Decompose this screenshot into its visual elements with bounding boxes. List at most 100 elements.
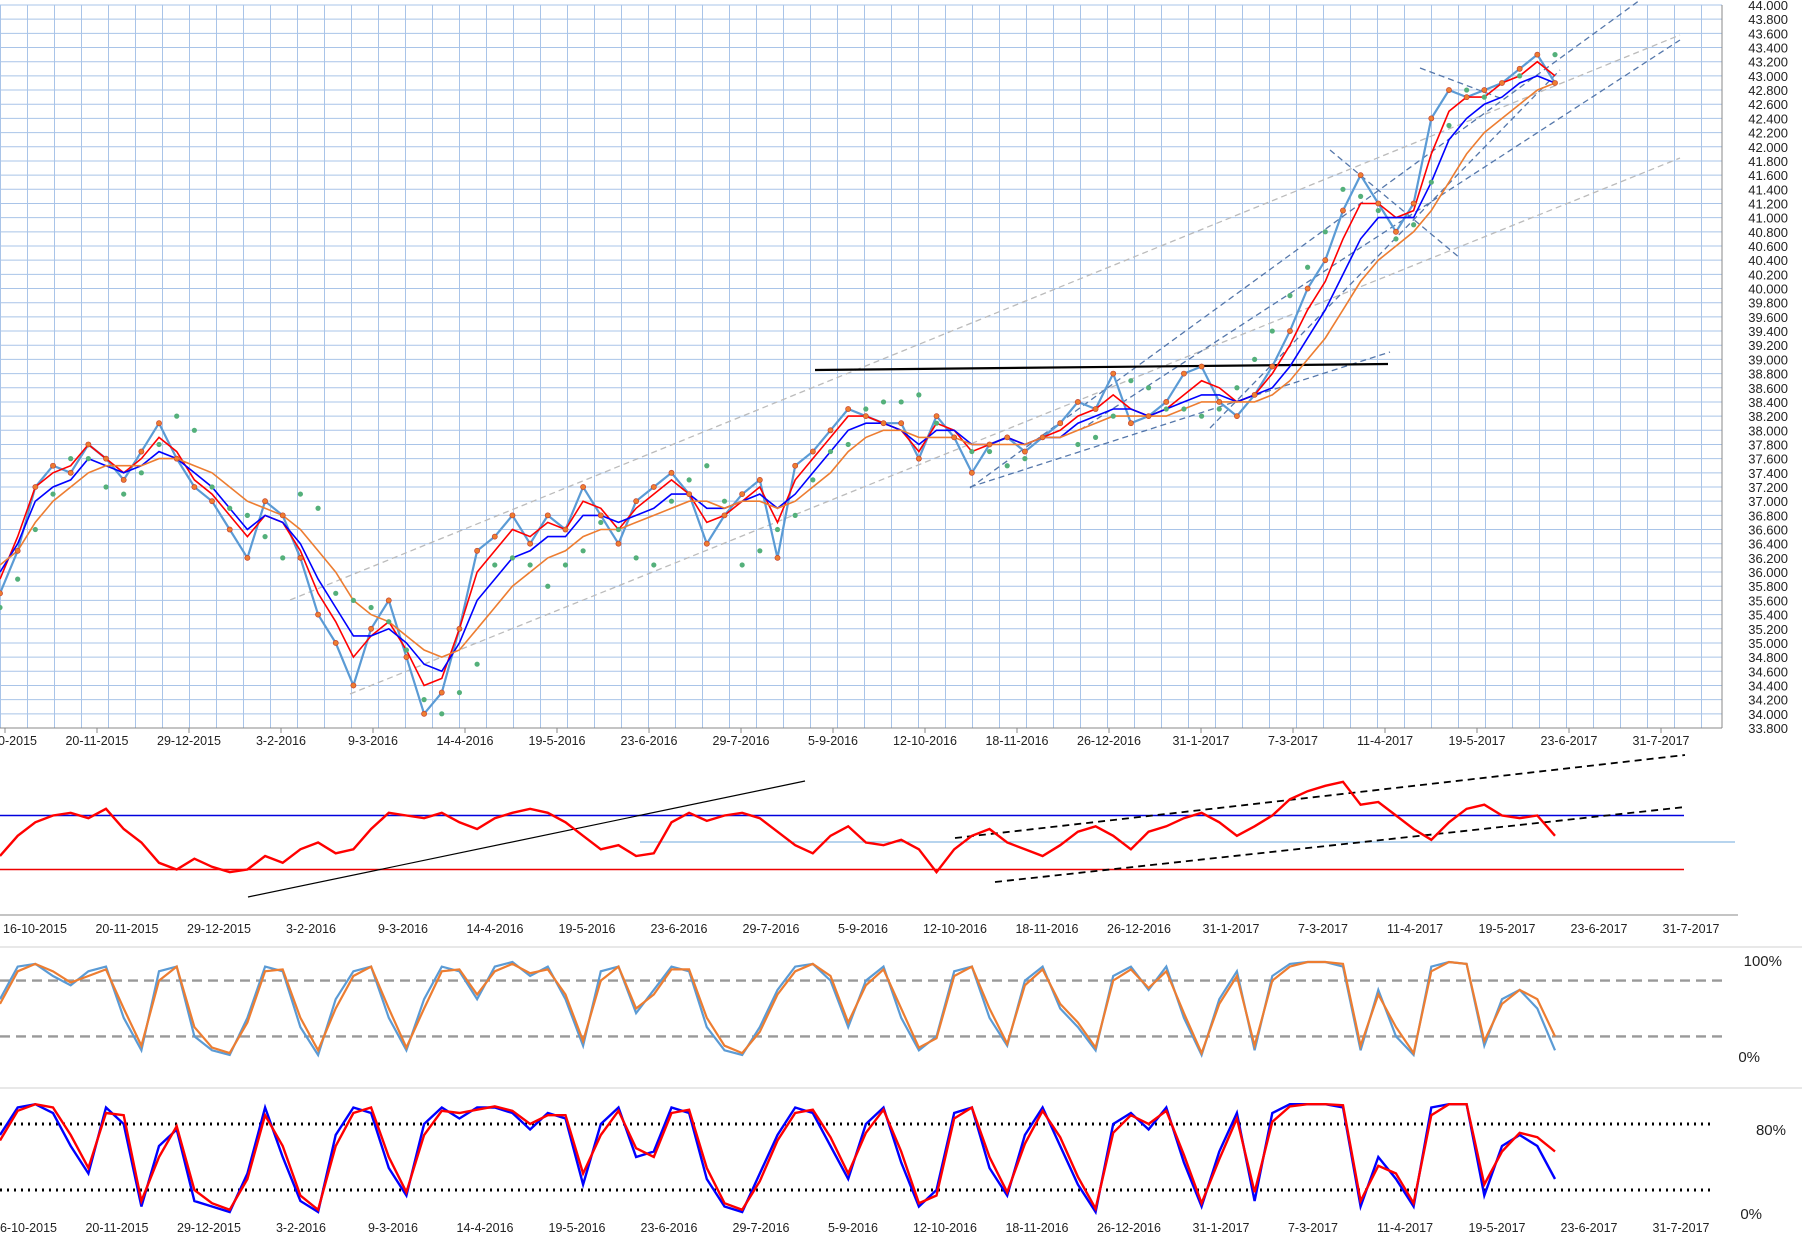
price-y-tick-label: 43.200 — [1748, 55, 1788, 70]
price-y-tick-label: 42.400 — [1748, 111, 1788, 126]
price-close-marker — [1304, 285, 1311, 292]
price-sar-dot — [845, 441, 851, 448]
price-y-tick-label: 42.200 — [1748, 126, 1788, 141]
price-close-marker — [1516, 65, 1523, 72]
osc-series-line — [0, 780, 1556, 875]
price-sar-dot — [827, 448, 834, 455]
price-y-tick-label: 34.800 — [1748, 650, 1788, 665]
price-sar-dot — [1234, 385, 1240, 391]
price-x-tick-label: 9-3-2016 — [348, 734, 398, 748]
price-y-tick-label: 40.000 — [1748, 282, 1788, 297]
price-trendline — [349, 157, 1681, 695]
price-sar-dot — [721, 498, 728, 504]
price-y-tick-label: 40.400 — [1748, 253, 1788, 268]
price-y-tick-label: 35.600 — [1748, 593, 1788, 608]
price-sar-dot — [32, 526, 38, 533]
price-y-tick-label: 43.000 — [1748, 69, 1788, 84]
price-close-marker — [544, 512, 551, 519]
price-y-tick-label: 39.800 — [1748, 296, 1788, 311]
stoch2-x-tick-label: 23-6-2017 — [1561, 1221, 1618, 1235]
price-close-marker — [0, 590, 3, 597]
price-sar-dot — [1163, 406, 1169, 412]
price-close-marker — [1322, 257, 1329, 264]
price-sar-dot — [209, 484, 215, 490]
price-x-tick-label: 31-1-2017 — [1173, 734, 1230, 748]
price-close-marker — [845, 406, 852, 412]
price-x-tick-label: 29-12-2015 — [157, 734, 221, 748]
price-sar-dot — [545, 583, 551, 589]
price-x-tick-label: 11-4-2017 — [1357, 734, 1413, 748]
price-x-tick-label: 26-12-2016 — [1077, 734, 1141, 748]
osc-x-tick-label: 23-6-2017 — [1571, 922, 1628, 936]
stoch2-x-tick-label: 20-11-2015 — [85, 1221, 148, 1235]
price-close-marker — [1039, 434, 1046, 441]
price-y-tick-label: 35.000 — [1748, 636, 1788, 651]
stoch2-x-tick-label: 16-10-2015 — [0, 1221, 57, 1235]
stoch2-x-tick-label: 7-3-2017 — [1288, 1221, 1338, 1235]
price-x-tick-label: 23-6-2016 — [621, 734, 678, 748]
price-y-tick-label: 36.000 — [1748, 565, 1788, 580]
price-y-tick-label: 36.600 — [1748, 523, 1788, 538]
price-sar-dot — [633, 555, 639, 561]
price-sar-dot — [969, 448, 975, 455]
price-close-marker — [32, 484, 39, 490]
price-close-marker — [827, 427, 834, 434]
price-x-tick-label: 18-11-2016 — [985, 734, 1048, 748]
price-y-tick-label: 41.200 — [1748, 196, 1788, 211]
price-sar-dot — [421, 697, 427, 703]
price-close-marker — [615, 540, 622, 547]
price-sar-dot — [1004, 463, 1010, 469]
price-sar-dot — [1252, 356, 1258, 363]
price-sar-dot — [1092, 434, 1099, 440]
price-sar-dot — [792, 512, 798, 518]
price-sar-dot — [156, 441, 162, 448]
price-close-marker — [279, 512, 286, 519]
price-sar-dot — [1393, 236, 1399, 242]
stoch2-series-line-1 — [0, 1102, 1556, 1213]
price-y-tick-label: 39.600 — [1748, 310, 1788, 325]
osc-x-tick-label: 9-3-2016 — [378, 922, 428, 936]
price-sar-dot — [1287, 293, 1293, 299]
price-close-marker — [385, 597, 392, 604]
price-sar-dot — [1305, 264, 1311, 270]
price-close-marker — [1198, 363, 1205, 370]
price-sar-dot — [1022, 456, 1028, 462]
price-close-marker — [915, 455, 922, 462]
price-sar-dot — [704, 463, 710, 469]
price-y-tick-label: 35.400 — [1748, 608, 1788, 623]
price-close-marker — [862, 413, 869, 420]
price-close-marker — [1393, 228, 1399, 235]
price-sar-dot — [386, 619, 392, 625]
price-x-tick-label: 19-5-2016 — [529, 734, 586, 748]
stoch2-series-line-0 — [0, 1102, 1557, 1216]
price-sar-dot — [1269, 328, 1275, 334]
price-close-marker — [50, 462, 56, 469]
price-y-tick-label: 40.600 — [1748, 239, 1788, 254]
price-close-marker — [1410, 200, 1417, 207]
stoch-series-line-0 — [0, 960, 1557, 1058]
osc-trendline-dashed — [994, 806, 1686, 883]
price-close-marker — [580, 484, 587, 490]
osc-x-tick-label: 29-7-2016 — [743, 922, 800, 936]
price-x-tick-label: 20-11-2015 — [65, 734, 128, 748]
price-close-marker — [262, 498, 268, 505]
price-y-tick-label: 37.200 — [1748, 480, 1788, 495]
price-close-marker — [315, 611, 321, 618]
stochastic-2-panel: 80% 0% 16-10-2015 20-11-2015 29-12-2015 3-2-2… — [0, 1102, 1786, 1235]
price-close-marker — [1216, 399, 1223, 405]
oscillator-panel: 16-10-2015 20-11-2015 29-12-2015 3-2-2016 9-… — [0, 754, 1738, 936]
price-close-marker — [103, 455, 109, 462]
price-close-marker — [1552, 80, 1558, 86]
price-sar-dot — [686, 477, 692, 483]
stoch2-y-tick-label: 80% — [1756, 1122, 1786, 1139]
price-sar-dot — [1181, 406, 1187, 412]
price-sar-dot — [456, 689, 463, 696]
price-sar-dot — [439, 711, 445, 717]
price-close-marker — [1181, 370, 1187, 377]
price-sar-dot — [297, 491, 303, 497]
price-panel: 44.00043.80043.60043.40043.20043.00042.8… — [0, 0, 1788, 748]
price-close-marker — [597, 512, 604, 519]
osc-x-tick-label: 11-4-2017 — [1387, 922, 1443, 936]
price-sar-dot — [598, 519, 604, 526]
price-close-marker — [1074, 399, 1081, 405]
